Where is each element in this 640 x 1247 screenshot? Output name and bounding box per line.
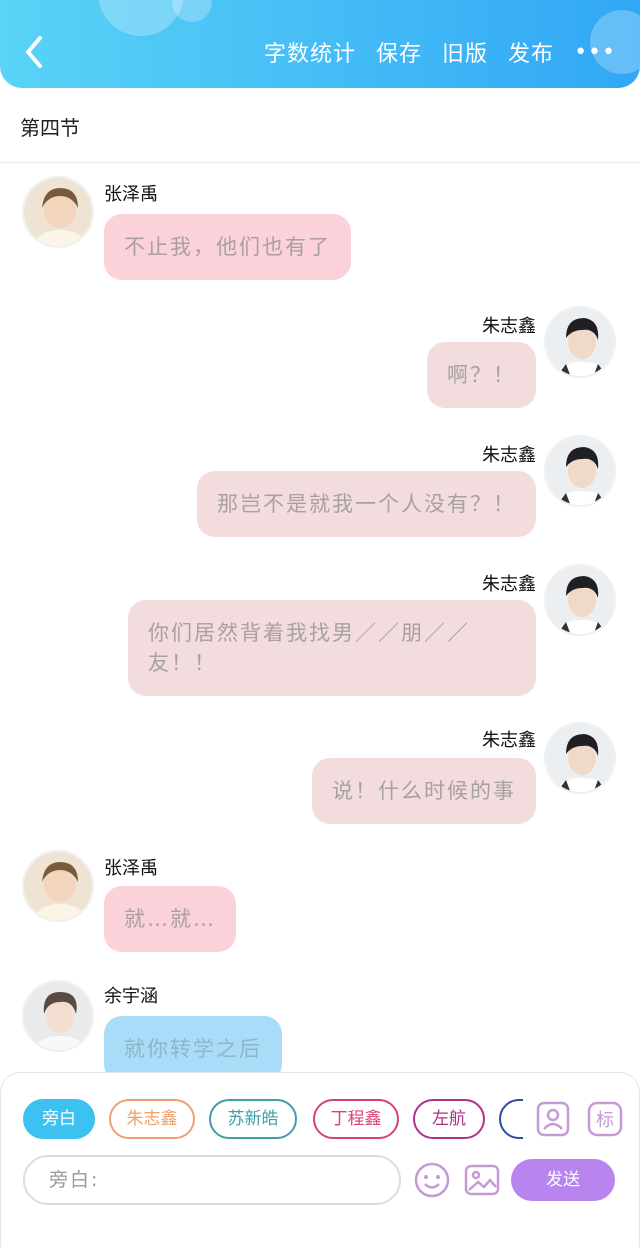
contact-card-icon[interactable]	[535, 1101, 571, 1137]
publish-button[interactable]: 发布	[508, 36, 554, 68]
message-bubble: 就…就…	[104, 886, 236, 952]
avatar[interactable]	[544, 306, 616, 378]
divider	[0, 162, 640, 163]
speaker-name: 朱志鑫	[482, 730, 536, 751]
tag-icon[interactable]: 标	[587, 1101, 623, 1137]
speaker-name: 余宇涵	[104, 986, 158, 1007]
message-bubble: 啊？！	[427, 342, 536, 408]
back-icon[interactable]	[20, 34, 50, 70]
section-title: 第四节	[20, 116, 80, 140]
speaker-name: 朱志鑫	[482, 316, 536, 337]
message-bubble: 不止我，他们也有了	[104, 214, 351, 280]
send-button[interactable]: 发送	[511, 1159, 615, 1201]
avatar[interactable]	[544, 564, 616, 636]
save-button[interactable]: 保存	[376, 36, 422, 68]
role-chip[interactable]: 丁程鑫	[313, 1099, 399, 1139]
message-bubble: 那岂不是就我一个人没有？！	[197, 471, 536, 537]
speaker-name: 朱志鑫	[482, 445, 536, 466]
role-chip-partial[interactable]	[499, 1099, 523, 1139]
speaker-name: 张泽禹	[104, 184, 158, 205]
avatar[interactable]	[22, 176, 94, 248]
svg-text:标: 标	[596, 1110, 614, 1131]
decor-circle	[98, 0, 184, 36]
emoji-icon[interactable]	[413, 1161, 450, 1198]
avatar[interactable]	[544, 722, 616, 794]
message-bubble: 说！什么时候的事	[312, 758, 536, 824]
top-bar: 字数统计 保存 旧版 发布 •••	[0, 0, 640, 88]
composer-panel: 旁白 朱志鑫 苏新皓 丁程鑫 左航 标 旁白: 发送	[0, 1072, 640, 1247]
avatar[interactable]	[544, 435, 616, 507]
message-bubble: 你们居然背着我找男／／朋／／友！！	[128, 600, 536, 696]
speaker-name: 张泽禹	[104, 858, 158, 879]
avatar[interactable]	[22, 980, 94, 1052]
more-icon[interactable]: •••	[574, 40, 616, 65]
header-actions: 字数统计 保存 旧版 发布 •••	[264, 36, 616, 68]
role-chips: 旁白 朱志鑫 苏新皓 丁程鑫 左航	[23, 1099, 523, 1139]
role-chip[interactable]: 左航	[413, 1099, 485, 1139]
role-chip-narration[interactable]: 旁白	[23, 1099, 95, 1139]
avatar[interactable]	[22, 850, 94, 922]
image-icon[interactable]	[463, 1161, 500, 1197]
old-version-button[interactable]: 旧版	[442, 36, 488, 68]
message-input[interactable]: 旁白:	[23, 1155, 401, 1205]
speaker-name: 朱志鑫	[482, 574, 536, 595]
word-count-button[interactable]: 字数统计	[264, 36, 356, 68]
decor-circle	[172, 0, 212, 22]
role-chip[interactable]: 朱志鑫	[109, 1099, 195, 1139]
role-chip[interactable]: 苏新皓	[209, 1099, 297, 1139]
